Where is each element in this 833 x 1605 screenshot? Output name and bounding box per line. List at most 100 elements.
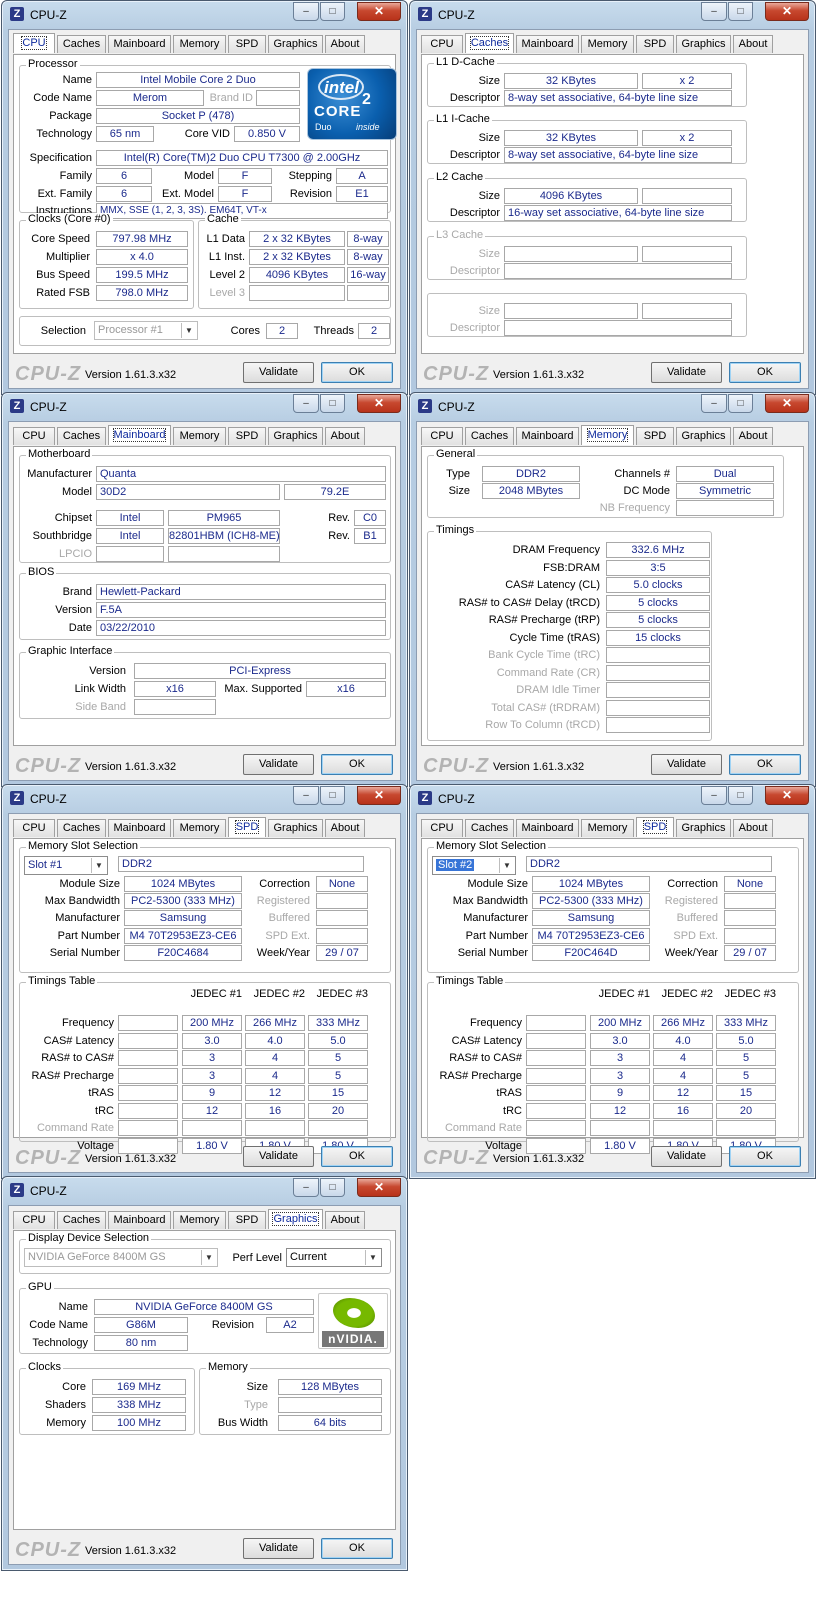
tab-caches[interactable]: Caches <box>57 427 106 445</box>
tab-spd[interactable]: SPD <box>228 817 266 837</box>
slot-select[interactable]: Slot #1 ▼ <box>24 856 108 875</box>
ok-button[interactable]: OK <box>321 1538 393 1559</box>
tab-mainboard[interactable]: Mainboard <box>108 819 171 837</box>
timing-row-blank-5 <box>118 1102 178 1119</box>
maximize-button[interactable]: □ <box>320 394 345 413</box>
tab-about[interactable]: About <box>733 35 773 53</box>
tab-mainboard[interactable]: Mainboard <box>516 35 579 53</box>
ok-button[interactable]: OK <box>321 362 393 383</box>
tab-spd[interactable]: SPD <box>636 817 674 837</box>
validate-button[interactable]: Validate <box>243 1146 314 1167</box>
close-button[interactable]: ✕ <box>765 2 809 21</box>
tab-graphics[interactable]: Graphics <box>676 427 731 445</box>
tab-memory[interactable]: Memory <box>581 35 634 53</box>
ok-button[interactable]: OK <box>321 754 393 775</box>
validate-button[interactable]: Validate <box>243 362 314 383</box>
tab-mainboard[interactable]: Mainboard <box>516 427 579 445</box>
tab-memory[interactable]: Memory <box>173 35 226 53</box>
tab-spd[interactable]: SPD <box>228 427 266 445</box>
tab-about[interactable]: About <box>733 819 773 837</box>
tab-memory[interactable]: Memory <box>581 425 634 445</box>
close-button[interactable]: ✕ <box>765 786 809 805</box>
minimize-button[interactable]: – <box>701 2 727 21</box>
tab-about[interactable]: About <box>325 1211 365 1229</box>
footer-bar: CPU-Z Version 1.61.3.x32 Validate OK <box>9 1140 400 1172</box>
maximize-button[interactable]: □ <box>320 1178 345 1197</box>
validate-button[interactable]: Validate <box>651 754 722 775</box>
title-bar[interactable]: Z CPU-Z – □ ✕ <box>2 1 407 29</box>
tab-mainboard[interactable]: Mainboard <box>108 1211 171 1229</box>
tab-cpu[interactable]: CPU <box>13 33 55 53</box>
minimize-button[interactable]: – <box>293 394 319 413</box>
close-button[interactable]: ✕ <box>357 2 401 21</box>
maximize-button[interactable]: □ <box>728 394 753 413</box>
slot-select[interactable]: Slot #2 ▼ <box>432 856 516 875</box>
tab-graphics[interactable]: Graphics <box>676 35 731 53</box>
minimize-button[interactable]: – <box>701 786 727 805</box>
tab-graphics[interactable]: Graphics <box>268 1209 323 1229</box>
tab-mainboard[interactable]: Mainboard <box>516 819 579 837</box>
tab-caches[interactable]: Caches <box>465 819 514 837</box>
validate-button[interactable]: Validate <box>651 362 722 383</box>
validate-button[interactable]: Validate <box>651 1146 722 1167</box>
tab-memory[interactable]: Memory <box>173 1211 226 1229</box>
minimize-button[interactable]: – <box>293 786 319 805</box>
tab-cpu[interactable]: CPU <box>421 427 463 445</box>
tab-graphics[interactable]: Graphics <box>268 819 323 837</box>
tab-about[interactable]: About <box>325 819 365 837</box>
maximize-button[interactable]: □ <box>320 786 345 805</box>
tab-mainboard[interactable]: Mainboard <box>108 425 171 445</box>
title-bar[interactable]: Z CPU-Z – □ ✕ <box>410 785 815 813</box>
ok-button[interactable]: OK <box>729 362 801 383</box>
ok-button[interactable]: OK <box>321 1146 393 1167</box>
title-bar[interactable]: Z CPU-Z – □ ✕ <box>410 1 815 29</box>
title-bar[interactable]: Z CPU-Z – □ ✕ <box>2 785 407 813</box>
ok-button[interactable]: OK <box>729 1146 801 1167</box>
minimize-button[interactable]: – <box>701 394 727 413</box>
tab-cpu[interactable]: CPU <box>13 1211 55 1229</box>
l1i-cache-size-field: 32 KBytes <box>504 130 638 146</box>
title-bar[interactable]: Z CPU-Z – □ ✕ <box>2 393 407 421</box>
tab-memory[interactable]: Memory <box>581 819 634 837</box>
l1d-cache-descriptor-label: Descriptor <box>449 92 500 104</box>
display-device-select[interactable]: NVIDIA GeForce 8400M GS ▼ <box>24 1248 218 1267</box>
title-bar[interactable]: Z CPU-Z – □ ✕ <box>2 1177 407 1205</box>
perf-level-select[interactable]: Current ▼ <box>286 1248 382 1267</box>
title-bar[interactable]: Z CPU-Z – □ ✕ <box>410 393 815 421</box>
tab-spd[interactable]: SPD <box>228 35 266 53</box>
tab-caches[interactable]: Caches <box>57 819 106 837</box>
tab-cpu[interactable]: CPU <box>13 427 55 445</box>
tab-cpu[interactable]: CPU <box>13 819 55 837</box>
tab-caches[interactable]: Caches <box>57 1211 106 1229</box>
validate-button[interactable]: Validate <box>243 1538 314 1559</box>
close-button[interactable]: ✕ <box>765 394 809 413</box>
tab-graphics[interactable]: Graphics <box>676 819 731 837</box>
close-button[interactable]: ✕ <box>357 394 401 413</box>
tab-graphics[interactable]: Graphics <box>268 35 323 53</box>
tab-about[interactable]: About <box>325 427 365 445</box>
tab-spd[interactable]: SPD <box>636 427 674 445</box>
tab-spd[interactable]: SPD <box>636 35 674 53</box>
tab-memory[interactable]: Memory <box>173 427 226 445</box>
close-button[interactable]: ✕ <box>357 1178 401 1197</box>
tab-memory[interactable]: Memory <box>173 819 226 837</box>
tab-caches[interactable]: Caches <box>465 33 514 53</box>
processor-select[interactable]: Processor #1 ▼ <box>94 321 198 340</box>
validate-button[interactable]: Validate <box>243 754 314 775</box>
tab-spd[interactable]: SPD <box>228 1211 266 1229</box>
tab-cpu[interactable]: CPU <box>421 35 463 53</box>
minimize-button[interactable]: – <box>293 2 319 21</box>
tab-mainboard[interactable]: Mainboard <box>108 35 171 53</box>
ok-button[interactable]: OK <box>729 754 801 775</box>
tab-caches[interactable]: Caches <box>57 35 106 53</box>
tab-about[interactable]: About <box>733 427 773 445</box>
maximize-button[interactable]: □ <box>728 786 753 805</box>
tab-cpu[interactable]: CPU <box>421 819 463 837</box>
maximize-button[interactable]: □ <box>320 2 345 21</box>
tab-graphics[interactable]: Graphics <box>268 427 323 445</box>
close-button[interactable]: ✕ <box>357 786 401 805</box>
tab-caches[interactable]: Caches <box>465 427 514 445</box>
tab-about[interactable]: About <box>325 35 365 53</box>
minimize-button[interactable]: – <box>293 1178 319 1197</box>
maximize-button[interactable]: □ <box>728 2 753 21</box>
